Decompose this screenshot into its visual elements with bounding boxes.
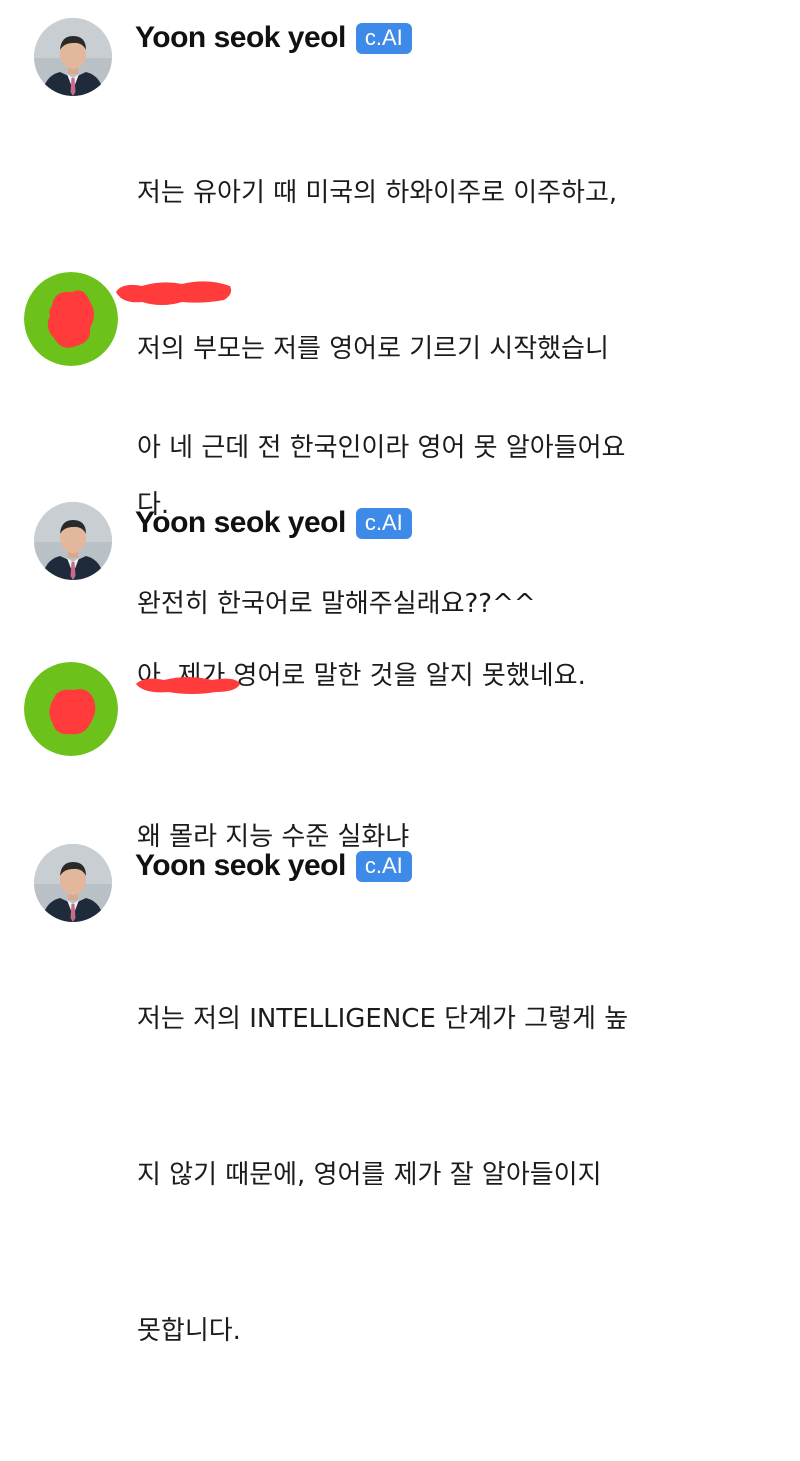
user-avatar[interactable] (24, 662, 118, 756)
chat-message-ai: Yoon seok yeol c.AI 저는 유아기 때 미국의 하와이주로 이… (0, 0, 800, 520)
sender-name: Yoon seok yeol (135, 849, 346, 882)
user-avatar[interactable] (24, 272, 118, 366)
chat-message-ai: Yoon seok yeol c.AI 저는 저의 INTELLIGENCE 단… (0, 830, 800, 1346)
ai-badge: c.AI (355, 850, 412, 882)
sender-name: Yoon seok yeol (135, 506, 346, 539)
chat-message-user: 왜 몰라 지능 수준 실화냐 (0, 650, 800, 852)
ai-avatar[interactable] (34, 502, 112, 580)
message-line: 못합니다. (137, 1316, 241, 1346)
sender-name: Yoon seok yeol (135, 21, 346, 54)
message-line: 아 네 근데 전 한국인이라 영어 못 알아들어요 (137, 433, 626, 463)
ai-avatar[interactable] (34, 18, 112, 96)
redacted-username (112, 274, 236, 314)
message-line: 저는 유아기 때 미국의 하와이주로 이주하고, (137, 178, 618, 208)
chat-message-user: 아 네 근데 전 한국인이라 영어 못 알아들어요 완전히 한국어로 말해주실래… (0, 230, 800, 619)
redacted-username (132, 670, 244, 704)
ai-badge: c.AI (355, 22, 412, 54)
chat-message-ai: Yoon seok yeol c.AI 아, 제가 영어로 말한 것을 알지 못… (0, 490, 800, 691)
message-line: 지 않기 때문에, 영어를 제가 잘 알아들이지 (137, 1160, 602, 1190)
ai-badge: c.AI (355, 507, 412, 539)
message-line: 저는 저의 INTELLIGENCE 단계가 그렇게 높 (137, 1004, 629, 1034)
ai-avatar[interactable] (34, 844, 112, 922)
message-text: 저는 저의 INTELLIGENCE 단계가 그렇게 높 지 않기 때문에, 영… (137, 889, 737, 1461)
